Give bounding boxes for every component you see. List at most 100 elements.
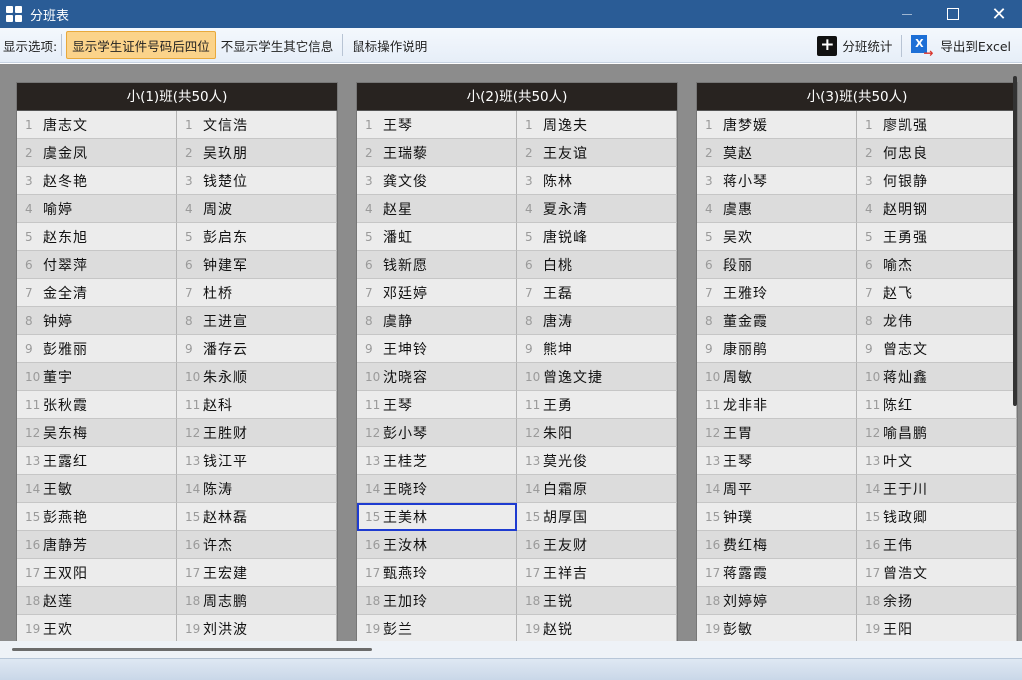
student-cell[interactable]: 10 朱永顺 [177, 363, 337, 391]
student-cell[interactable]: 2 吴玖朋 [177, 139, 337, 167]
student-cell[interactable]: 14 白霜原 [517, 475, 677, 503]
student-cell[interactable]: 15 王美林 [357, 503, 517, 531]
student-cell[interactable]: 5 赵东旭 [17, 223, 177, 251]
student-cell[interactable]: 6 钟建军 [177, 251, 337, 279]
student-cell[interactable]: 13 钱江平 [177, 447, 337, 475]
student-cell[interactable]: 6 付翠萍 [17, 251, 177, 279]
student-cell[interactable]: 9 王坤铃 [357, 335, 517, 363]
student-cell[interactable]: 12 喻昌鹏 [857, 419, 1017, 447]
student-cell[interactable]: 15 胡厚国 [517, 503, 677, 531]
student-cell[interactable]: 15 彭燕艳 [17, 503, 177, 531]
student-cell[interactable]: 18 王加玲 [357, 587, 517, 615]
student-cell[interactable]: 18 余扬 [857, 587, 1017, 615]
student-cell[interactable]: 6 钱新愿 [357, 251, 517, 279]
student-cell[interactable]: 3 何银静 [857, 167, 1017, 195]
student-cell[interactable]: 7 邓廷婷 [357, 279, 517, 307]
student-cell[interactable]: 8 唐涛 [517, 307, 677, 335]
class-stats-button[interactable]: + 分班统计 [812, 32, 897, 60]
student-cell[interactable]: 4 虞惠 [697, 195, 857, 223]
minimize-button[interactable] [884, 0, 930, 28]
student-cell[interactable]: 2 何忠良 [857, 139, 1017, 167]
student-cell[interactable]: 6 喻杰 [857, 251, 1017, 279]
student-cell[interactable]: 3 陈林 [517, 167, 677, 195]
mouse-help-button[interactable]: 鼠标操作说明 [347, 31, 432, 59]
student-cell[interactable]: 14 陈涛 [177, 475, 337, 503]
student-cell[interactable]: 11 王勇 [517, 391, 677, 419]
student-cell[interactable]: 14 王敏 [17, 475, 177, 503]
student-cell[interactable]: 12 王胜财 [177, 419, 337, 447]
student-cell[interactable]: 3 龚文俊 [357, 167, 517, 195]
student-cell[interactable]: 3 赵冬艳 [17, 167, 177, 195]
student-cell[interactable]: 17 王宏建 [177, 559, 337, 587]
student-cell[interactable]: 4 赵星 [357, 195, 517, 223]
student-cell[interactable]: 18 赵莲 [17, 587, 177, 615]
student-cell[interactable]: 7 赵飞 [857, 279, 1017, 307]
student-cell[interactable]: 19 王阳 [857, 615, 1017, 641]
student-cell[interactable]: 13 王桂芝 [357, 447, 517, 475]
student-cell[interactable]: 16 费红梅 [697, 531, 857, 559]
student-cell[interactable]: 8 钟婷 [17, 307, 177, 335]
student-cell[interactable]: 2 王瑞藜 [357, 139, 517, 167]
student-cell[interactable]: 9 潘存云 [177, 335, 337, 363]
close-button[interactable]: ✕ [976, 0, 1022, 28]
student-cell[interactable]: 2 莫赵 [697, 139, 857, 167]
export-excel-button[interactable]: X → 导出到Excel [906, 32, 1016, 60]
student-cell[interactable]: 12 彭小琴 [357, 419, 517, 447]
student-cell[interactable]: 14 周平 [697, 475, 857, 503]
student-cell[interactable]: 5 吴欢 [697, 223, 857, 251]
student-cell[interactable]: 4 赵明钢 [857, 195, 1017, 223]
student-cell[interactable]: 10 沈晓容 [357, 363, 517, 391]
student-cell[interactable]: 1 周逸夫 [517, 111, 677, 139]
student-cell[interactable]: 12 朱阳 [517, 419, 677, 447]
student-cell[interactable]: 15 钱政卿 [857, 503, 1017, 531]
student-cell[interactable]: 5 彭启东 [177, 223, 337, 251]
student-cell[interactable]: 3 蒋小琴 [697, 167, 857, 195]
student-cell[interactable]: 16 许杰 [177, 531, 337, 559]
student-cell[interactable]: 16 王友财 [517, 531, 677, 559]
student-cell[interactable]: 10 曾逸文捷 [517, 363, 677, 391]
student-cell[interactable]: 8 董金霞 [697, 307, 857, 335]
student-cell[interactable]: 17 曾浩文 [857, 559, 1017, 587]
student-cell[interactable]: 8 龙伟 [857, 307, 1017, 335]
student-cell[interactable]: 6 白桃 [517, 251, 677, 279]
horizontal-scrollbar[interactable] [12, 648, 372, 651]
student-cell[interactable]: 14 王晓玲 [357, 475, 517, 503]
student-cell[interactable]: 7 杜桥 [177, 279, 337, 307]
student-cell[interactable]: 1 唐梦媛 [697, 111, 857, 139]
student-cell[interactable]: 18 王锐 [517, 587, 677, 615]
student-cell[interactable]: 8 虞静 [357, 307, 517, 335]
student-cell[interactable]: 1 文信浩 [177, 111, 337, 139]
student-cell[interactable]: 10 周敏 [697, 363, 857, 391]
student-cell[interactable]: 1 廖凯强 [857, 111, 1017, 139]
student-cell[interactable]: 19 彭兰 [357, 615, 517, 641]
student-cell[interactable]: 7 金全清 [17, 279, 177, 307]
student-cell[interactable]: 15 赵林磊 [177, 503, 337, 531]
student-cell[interactable]: 9 曾志文 [857, 335, 1017, 363]
student-cell[interactable]: 9 熊坤 [517, 335, 677, 363]
student-cell[interactable]: 17 甄燕玲 [357, 559, 517, 587]
student-cell[interactable]: 10 蒋灿鑫 [857, 363, 1017, 391]
student-cell[interactable]: 13 王露红 [17, 447, 177, 475]
student-cell[interactable]: 2 虞金凤 [17, 139, 177, 167]
student-cell[interactable]: 16 王伟 [857, 531, 1017, 559]
vertical-scrollbar[interactable] [1013, 76, 1017, 406]
student-cell[interactable]: 2 王友谊 [517, 139, 677, 167]
student-cell[interactable]: 6 段丽 [697, 251, 857, 279]
student-cell[interactable]: 4 夏永清 [517, 195, 677, 223]
student-cell[interactable]: 11 龙非非 [697, 391, 857, 419]
student-cell[interactable]: 15 钟璞 [697, 503, 857, 531]
student-cell[interactable]: 13 莫光俊 [517, 447, 677, 475]
student-cell[interactable]: 13 王琴 [697, 447, 857, 475]
student-cell[interactable]: 4 喻婷 [17, 195, 177, 223]
student-cell[interactable]: 1 唐志文 [17, 111, 177, 139]
student-cell[interactable]: 17 蒋露霞 [697, 559, 857, 587]
show-id-last4-button[interactable]: 显示学生证件号码后四位 [66, 31, 216, 59]
student-cell[interactable]: 19 王欢 [17, 615, 177, 641]
student-cell[interactable]: 3 钱楚位 [177, 167, 337, 195]
student-cell[interactable]: 19 赵锐 [517, 615, 677, 641]
student-cell[interactable]: 11 王琴 [357, 391, 517, 419]
student-cell[interactable]: 1 王琴 [357, 111, 517, 139]
maximize-button[interactable] [930, 0, 976, 28]
student-cell[interactable]: 16 唐静芳 [17, 531, 177, 559]
student-cell[interactable]: 16 王汝林 [357, 531, 517, 559]
